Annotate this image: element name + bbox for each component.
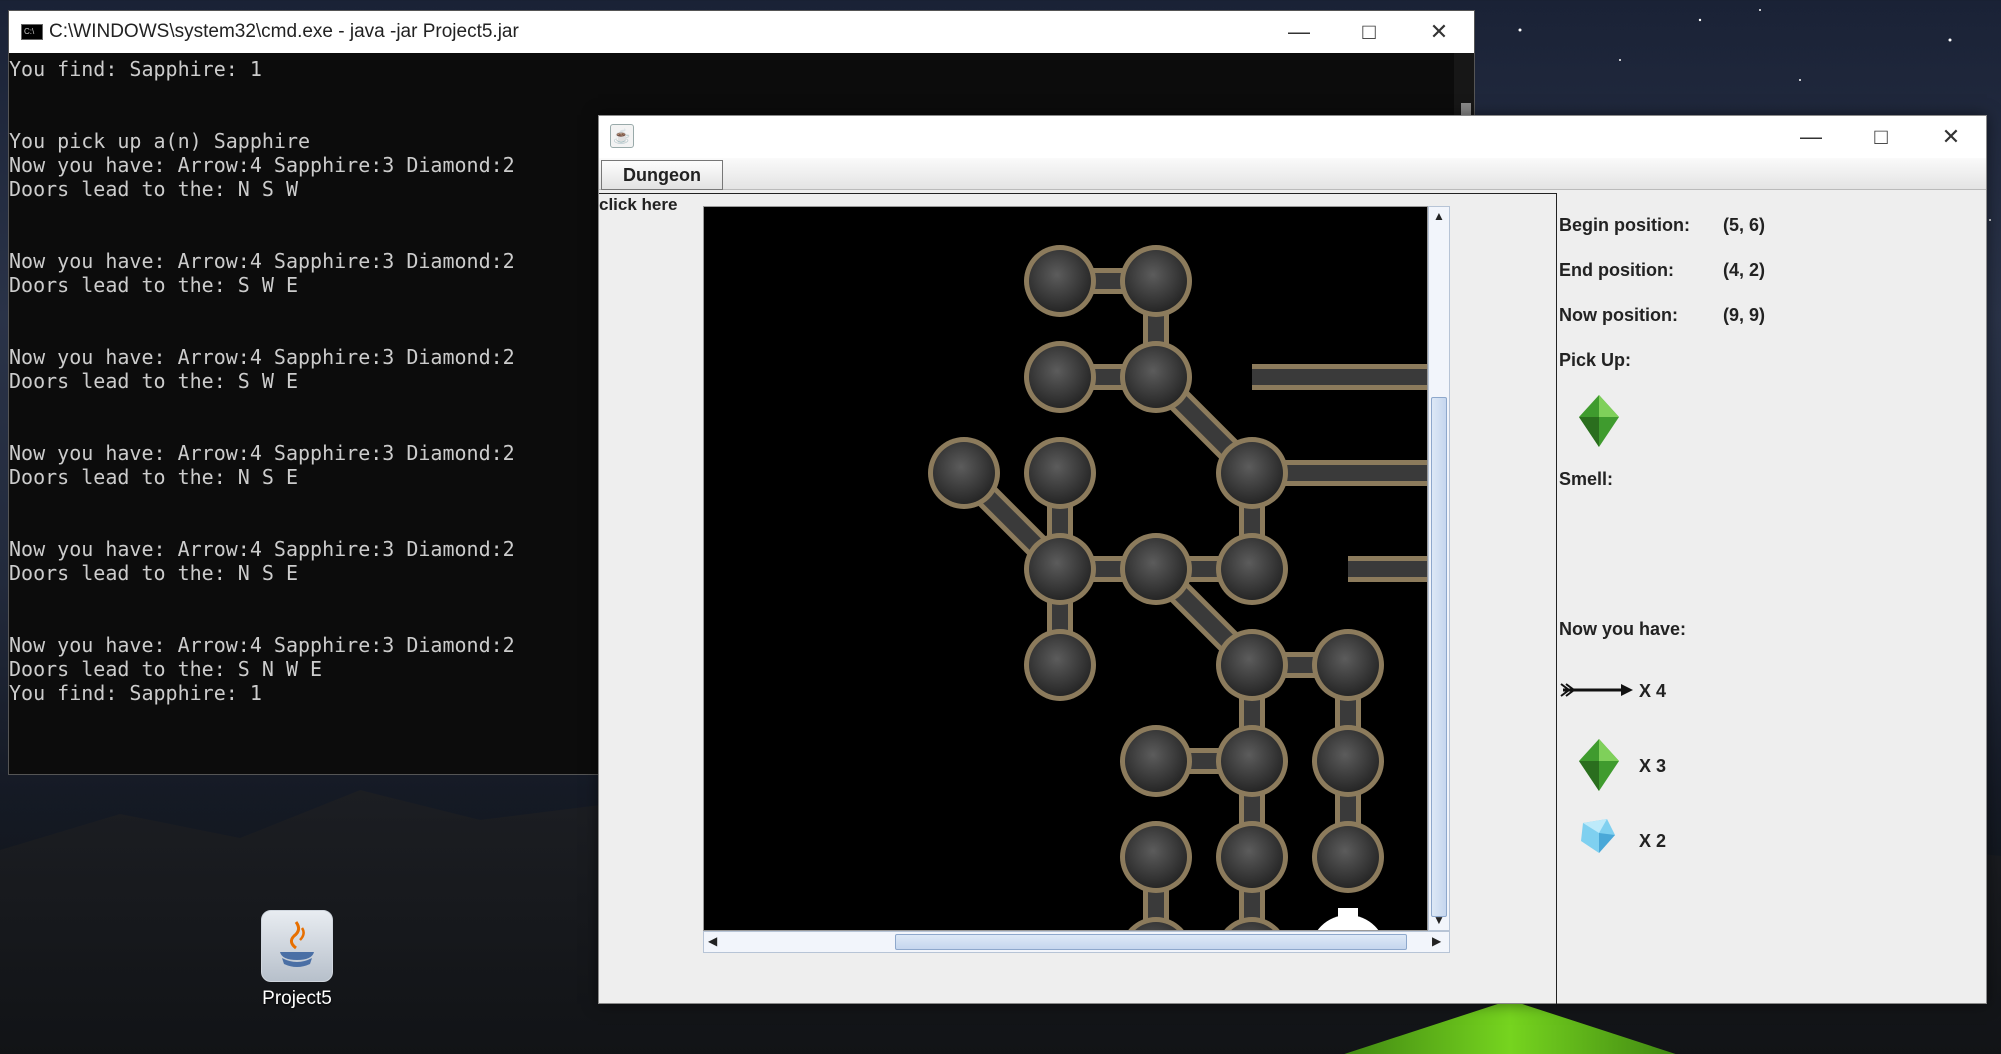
arrow-count: X 4 — [1639, 681, 1667, 701]
green-sapphire-icon — [1577, 737, 1621, 798]
desktop-icon-project5[interactable]: Project5 — [255, 910, 339, 1010]
minimize-icon[interactable]: — — [1264, 11, 1334, 53]
pickup-label: Pick Up: — [1559, 350, 1632, 370]
dungeon-menu[interactable]: Dungeon — [601, 160, 723, 190]
cmd-line: You find: Sapphire: 1 — [9, 57, 262, 81]
minimize-icon[interactable]: — — [1776, 116, 1846, 158]
map-vertical-scrollbar[interactable]: ▲ ▼ — [1428, 206, 1450, 931]
room — [1317, 730, 1379, 792]
room — [1029, 442, 1091, 504]
room — [1317, 634, 1379, 696]
room — [1029, 634, 1091, 696]
room — [1125, 730, 1187, 792]
maximize-icon[interactable]: □ — [1846, 116, 1916, 158]
dungeon-map-viewport[interactable] — [703, 206, 1428, 931]
blue-diamond-icon — [1577, 815, 1617, 860]
room — [1221, 634, 1283, 696]
smell-label: Smell: — [1559, 469, 1614, 489]
map-hscroll-thumb[interactable] — [895, 934, 1407, 950]
room — [1125, 538, 1187, 600]
close-icon[interactable]: ✕ — [1916, 116, 1986, 158]
dungeon-panel: click here ▲ ▼ ◀ ▶ — [599, 193, 1557, 1004]
java-icon — [261, 910, 333, 982]
begin-position-value: (5, 6) — [1723, 215, 1766, 235]
diamond-count: X 2 — [1639, 831, 1667, 851]
room — [1221, 730, 1283, 792]
cmd-icon — [21, 24, 43, 40]
cmd-titlebar[interactable]: C:\WINDOWS\system32\cmd.exe - java -jar … — [9, 11, 1474, 53]
scroll-left-icon[interactable]: ◀ — [708, 934, 717, 948]
room — [1029, 250, 1091, 312]
close-icon[interactable]: ✕ — [1404, 11, 1474, 53]
scroll-down-icon[interactable]: ▼ — [1433, 913, 1445, 927]
room — [1029, 346, 1091, 408]
arrow-icon — [1559, 680, 1633, 705]
room — [933, 442, 995, 504]
dungeon-titlebar[interactable]: ☕ — □ ✕ — [599, 116, 1986, 158]
room — [1317, 826, 1379, 888]
java-app-icon: ☕ — [610, 124, 634, 148]
desktop-icon-label: Project5 — [262, 988, 332, 1009]
room — [1221, 826, 1283, 888]
scroll-up-icon[interactable]: ▲ — [1433, 209, 1445, 223]
end-position-value: (4, 2) — [1723, 260, 1766, 280]
dungeon-window-controls: — □ ✕ — [1776, 116, 1986, 158]
cmd-window-controls: — □ ✕ — [1264, 11, 1474, 53]
dungeon-map[interactable] — [704, 207, 1428, 931]
room — [1221, 442, 1283, 504]
room — [1221, 538, 1283, 600]
click-here-label[interactable]: click here — [599, 195, 677, 215]
cmd-title: C:\WINDOWS\system32\cmd.exe - java -jar … — [49, 21, 519, 42]
player-marker — [1317, 915, 1379, 930]
green-sapphire-icon — [1577, 393, 1621, 454]
room — [1125, 250, 1187, 312]
end-position-label: End position: — [1559, 260, 1674, 280]
begin-position-label: Begin position: — [1559, 215, 1690, 235]
cmd-line — [9, 81, 1474, 105]
room — [1125, 346, 1187, 408]
menu-bar — [599, 158, 1986, 190]
now-you-have-label: Now you have: — [1559, 619, 1687, 639]
scroll-right-icon[interactable]: ▶ — [1432, 934, 1441, 948]
maximize-icon[interactable]: □ — [1334, 11, 1404, 53]
map-vscroll-thumb[interactable] — [1431, 397, 1447, 917]
dungeon-window[interactable]: ☕ — □ ✕ Dungeon click here ▲ ▼ ◀ ▶ Begin… — [598, 115, 1987, 1004]
room — [1029, 538, 1091, 600]
now-position-value: (9, 9) — [1723, 305, 1766, 325]
status-panel: Begin position: (5, 6) End position: (4,… — [1559, 193, 1987, 1004]
map-horizontal-scrollbar[interactable]: ◀ ▶ — [703, 931, 1450, 953]
room — [1125, 826, 1187, 888]
now-position-label: Now position: — [1559, 305, 1678, 325]
sapphire-count: X 3 — [1639, 756, 1667, 776]
